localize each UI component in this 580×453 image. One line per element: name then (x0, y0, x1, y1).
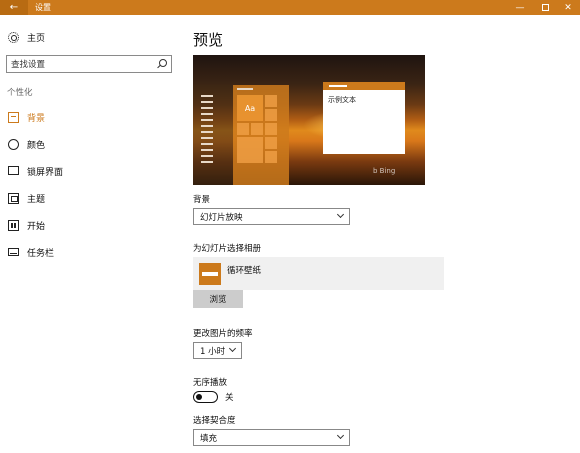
sidebar-item-theme[interactable]: 主题 (0, 185, 180, 211)
chevron-down-icon (228, 344, 237, 353)
sidebar-item-lock-screen[interactable]: 锁屏界面 (0, 158, 180, 184)
minimize-button[interactable]: — (508, 0, 532, 15)
search-placeholder: 查找设置 (11, 60, 46, 70)
sidebar: 主页 查找设置 个性化 背景 颜色 锁屏界面 主题 开始 任务栏 (0, 15, 180, 453)
preview-line (201, 101, 213, 103)
lock-screen-icon (8, 166, 19, 175)
home-link[interactable]: 主页 (8, 31, 45, 44)
close-button[interactable]: ✕ (556, 0, 580, 15)
shuffle-toggle[interactable] (193, 391, 218, 403)
preview-tile (237, 123, 249, 135)
preview-sidebar (193, 85, 233, 185)
sidebar-item-taskbar[interactable]: 任务栏 (0, 239, 180, 265)
chevron-down-icon (336, 431, 345, 440)
frequency-label: 更改图片的频率 (193, 329, 253, 339)
preview-line (237, 88, 253, 90)
preview-line (201, 161, 213, 163)
preview-tile (251, 123, 263, 135)
preview-line (201, 113, 213, 115)
fit-dropdown[interactable]: 填充 (193, 429, 350, 446)
color-icon (8, 138, 19, 150)
album-name: 循环壁纸 (227, 266, 262, 276)
home-label: 主页 (27, 34, 46, 44)
shuffle-state: 关 (225, 393, 234, 403)
background-label: 背景 (193, 195, 211, 205)
preview-tile (237, 137, 263, 163)
gear-icon (8, 32, 19, 43)
preview-line (201, 107, 213, 109)
start-icon (8, 219, 19, 231)
section-label: 个性化 (7, 88, 33, 98)
search-icon[interactable] (159, 59, 167, 67)
toggle-knob (196, 393, 202, 400)
sidebar-item-color[interactable]: 颜色 (0, 131, 180, 157)
preview-tile (265, 151, 277, 163)
preview-tile (265, 123, 277, 135)
preview-window-text: 示例文本 (328, 96, 356, 104)
theme-icon (8, 192, 19, 204)
sidebar-item-label: 颜色 (27, 140, 46, 151)
sidebar-item-label: 开始 (27, 221, 46, 232)
window-title: 设置 (35, 3, 51, 12)
preview-tile (265, 137, 277, 149)
frequency-dropdown[interactable]: 1 小时 (193, 342, 242, 359)
preview-line (201, 155, 213, 157)
preview-tile (265, 95, 277, 107)
album-label: 为幻灯片选择相册 (193, 244, 262, 254)
browse-button[interactable]: 浏览 (193, 290, 243, 308)
sidebar-item-label: 背景 (27, 113, 46, 124)
album-item[interactable]: 循环壁纸 (193, 257, 444, 290)
back-button[interactable]: ← (0, 0, 28, 15)
sidebar-item-label: 锁屏界面 (27, 167, 64, 178)
maximize-button[interactable] (533, 0, 557, 15)
album-thumbnail (199, 263, 221, 285)
fit-label: 选择契合度 (193, 416, 236, 426)
background-dropdown[interactable]: 幻灯片放映 (193, 208, 350, 225)
preview-start-menu: Aa (233, 85, 289, 185)
shuffle-label: 无序播放 (193, 378, 228, 388)
taskbar-icon (8, 248, 19, 256)
background-dropdown-value: 幻灯片放映 (200, 212, 243, 223)
preview-window: 示例文本 (323, 82, 405, 154)
page-title: 预览 (193, 31, 224, 49)
preview-line (201, 143, 213, 145)
preview-line (201, 149, 213, 151)
preview-tile: Aa (237, 95, 263, 121)
bing-watermark: b Bing (373, 167, 396, 175)
sidebar-item-label: 主题 (27, 194, 46, 205)
preview-line (201, 131, 213, 133)
chevron-down-icon (336, 210, 345, 219)
preview-line (201, 125, 213, 127)
background-icon (8, 111, 19, 123)
preview-line (201, 137, 213, 139)
preview-line (201, 95, 213, 97)
preview-tile (265, 109, 277, 121)
sidebar-item-background[interactable]: 背景 (0, 104, 180, 130)
maximize-icon (541, 4, 549, 11)
title-bar: ← 设置 — ✕ (0, 0, 580, 15)
sidebar-item-label: 任务栏 (27, 248, 55, 259)
preview-line (201, 119, 213, 121)
frequency-dropdown-value: 1 小时 (200, 346, 226, 357)
background-preview: Aa 示例文本 b Bing (193, 55, 425, 185)
preview-window-bar (329, 85, 347, 87)
search-input[interactable]: 查找设置 (6, 55, 172, 73)
sidebar-item-start[interactable]: 开始 (0, 212, 180, 238)
fit-dropdown-value: 填充 (200, 433, 218, 444)
